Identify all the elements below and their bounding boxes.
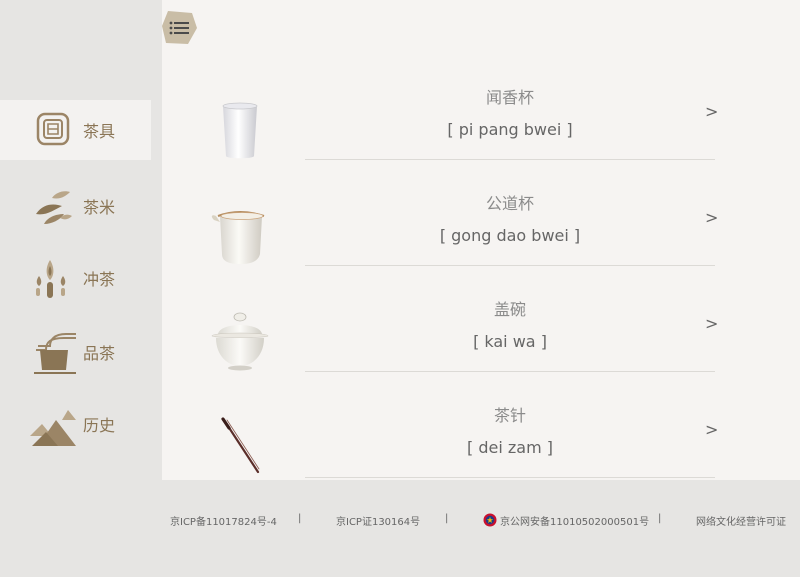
list-item[interactable]: 闻香杯 [ pi pang bwei ] > — [162, 72, 800, 178]
footer-separator: | — [445, 513, 449, 524]
police-badge-icon — [483, 513, 497, 527]
tea-tasting-icon — [34, 333, 76, 374]
footer-separator: | — [658, 513, 662, 524]
sidebar-item-label: 历史 — [83, 416, 116, 435]
sidebar-item-tasting[interactable]: 品茶 — [0, 322, 151, 382]
item-name: 盖碗 — [493, 300, 526, 319]
sidebar-item-teaware[interactable]: 茶具 — [0, 100, 151, 160]
brew-icon — [36, 260, 66, 298]
mountain-icon — [30, 410, 76, 446]
sidebar-item-tea-leaves[interactable]: 茶米 — [0, 176, 151, 236]
item-pronunciation: [ pi pang bwei ] — [447, 120, 573, 139]
sidebar-item-history[interactable]: 历史 — [0, 394, 151, 454]
chevron-right-icon[interactable]: > — [705, 208, 718, 227]
item-pronunciation: [ dei zam ] — [467, 438, 553, 457]
culture-license-link[interactable]: 网络文化经营许可证 — [696, 513, 786, 528]
divider — [305, 477, 715, 478]
item-pronunciation: [ gong dao bwei ] — [439, 226, 581, 245]
item-name: 茶针 — [493, 406, 526, 425]
divider — [305, 371, 715, 372]
sidebar-item-label: 品茶 — [83, 344, 116, 363]
chevron-right-icon[interactable]: > — [705, 314, 718, 333]
main-content: 闻香杯 [ pi pang bwei ] > 公道杯 [ gong dao bw… — [162, 0, 800, 480]
tea-leaf-icon — [36, 191, 72, 224]
item-name: 闻香杯 — [485, 88, 534, 107]
list-item[interactable]: 盖碗 [ kai wa ] > — [162, 284, 800, 390]
sidebar: 茶具 茶米 冲茶 品茶 历史 — [0, 0, 162, 480]
sidebar-item-label: 冲茶 — [83, 270, 116, 289]
sidebar-item-label: 茶米 — [83, 198, 116, 217]
sidebar-item-label: 茶具 — [83, 122, 116, 141]
lidded-bowl-image — [211, 312, 269, 371]
list-menu-icon[interactable] — [162, 10, 198, 46]
list-item[interactable]: 公道杯 [ gong dao bwei ] > — [162, 178, 800, 284]
item-pronunciation: [ kai wa ] — [473, 332, 547, 351]
chevron-right-icon[interactable]: > — [705, 420, 718, 439]
tea-needle-image — [221, 417, 260, 474]
icp-license-link[interactable]: 京ICP证130164号 — [336, 513, 420, 528]
divider — [305, 265, 715, 266]
divider — [305, 159, 715, 160]
aroma-cup-image — [222, 102, 258, 159]
footer-separator: | — [298, 513, 302, 524]
footer: 京ICP备11017824号-4 | 京ICP证130164号 | 京公网安备1… — [0, 480, 800, 577]
sidebar-item-brew[interactable]: 冲茶 — [0, 248, 151, 308]
chevron-right-icon[interactable]: > — [705, 102, 718, 121]
fair-cup-image — [211, 211, 265, 264]
icp-link[interactable]: 京ICP备11017824号-4 — [170, 513, 277, 528]
teaware-icon — [36, 112, 70, 146]
public-security-link[interactable]: 京公网安备11010502000501号 — [500, 513, 649, 528]
item-name: 公道杯 — [485, 194, 534, 213]
